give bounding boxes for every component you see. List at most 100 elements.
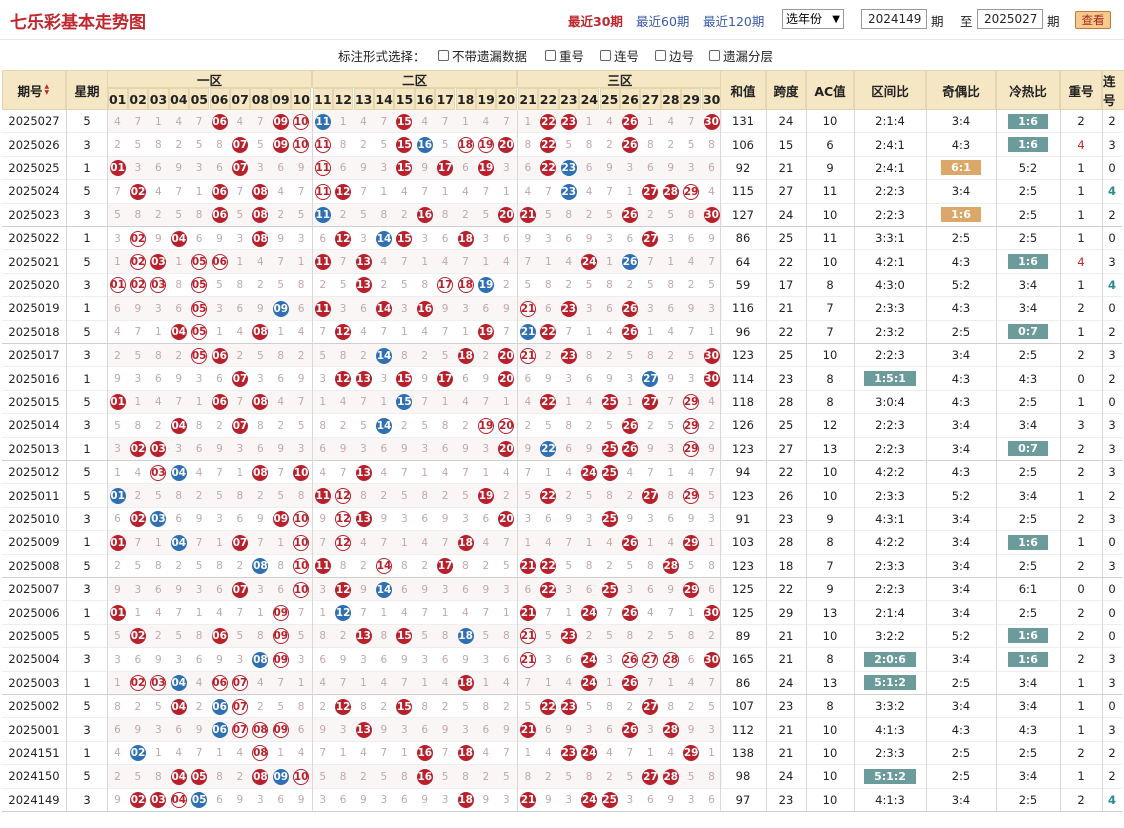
miss-count: 2: [606, 139, 613, 152]
number-ball: 04: [170, 417, 187, 434]
checkbox-icon[interactable]: [545, 50, 556, 61]
checkbox-icon[interactable]: [709, 50, 720, 61]
miss-count: 3: [646, 513, 654, 526]
miss-count: 8: [502, 630, 510, 643]
number-ball: 13: [355, 722, 372, 739]
miss-count: 1: [154, 536, 162, 549]
ac-cell: 7: [826, 301, 834, 316]
sum-cell: 138: [732, 745, 754, 760]
hot-cold-cell: 1:6: [996, 648, 1060, 670]
miss-count: 6: [667, 302, 675, 315]
hot-cold-cell: 3:4: [1018, 769, 1038, 784]
issue-cell: 2025023: [8, 207, 60, 222]
miss-count: 3: [421, 232, 429, 245]
number-ball: 03: [150, 277, 167, 294]
table-row: 2024150 5 2 5 8 04 05 8 2 08 09 10 5 8 2 5 8 16 5 8 2 5 8 2 5 8 2 5…: [2, 765, 1122, 789]
miss-count: 2: [708, 419, 715, 432]
table-row: 2025011 5 01 2 5 8 2 5 8 2 5 8 11 12 8 2 5 8 2 5 19 2 5 22 2 5 8 2 2…: [2, 484, 1122, 508]
miss-count: 3: [236, 443, 244, 456]
miss-count: 1: [708, 326, 715, 339]
option-no-miss[interactable]: 不带遗漏数据: [438, 46, 527, 65]
odd-even-cell: 3:4: [951, 582, 971, 597]
consecutive-cell: 2: [1108, 745, 1116, 760]
number-header: 19: [475, 88, 497, 110]
miss-count: 7: [277, 466, 285, 479]
issue-cell: 2025021: [8, 254, 60, 269]
miss-count: 5: [687, 139, 695, 152]
weekday-cell: 1: [83, 535, 91, 550]
miss-count: 5: [277, 700, 285, 713]
odd-even-cell: 2:5: [951, 745, 971, 760]
miss-count: 2: [175, 560, 183, 573]
miss-count: 9: [114, 583, 121, 596]
period-120-link[interactable]: 最近120期: [703, 11, 764, 30]
checkbox-icon[interactable]: [600, 50, 611, 61]
miss-count: 1: [524, 747, 532, 760]
checkbox-icon[interactable]: [655, 50, 666, 61]
number-ball: 03: [150, 675, 167, 692]
number-ball: 07: [232, 698, 248, 715]
issue-cell: 2025001: [8, 722, 60, 737]
miss-count: 3: [646, 724, 654, 737]
issue-cell: 2024151: [8, 745, 60, 760]
number-ball: 11: [314, 558, 331, 575]
miss-count: 8: [297, 700, 305, 713]
weekday-cell: 1: [83, 160, 91, 175]
sort-icon[interactable]: ▲▼: [45, 84, 51, 96]
miss-count: 4: [524, 185, 532, 198]
option-miss-layer[interactable]: 遗漏分层: [709, 46, 773, 65]
number-ball: 06: [211, 628, 228, 645]
odd-even-cell: 3:4: [951, 535, 971, 550]
miss-count: 3: [441, 583, 449, 596]
view-button[interactable]: 查看: [1075, 11, 1111, 29]
miss-count: 7: [195, 536, 203, 549]
miss-count: 3: [154, 724, 162, 737]
issue-cell: 2025017: [8, 348, 60, 363]
option-consecutive[interactable]: 连号: [600, 46, 639, 65]
miss-count: 6: [482, 302, 490, 315]
miss-count: 8: [195, 630, 203, 643]
year-select[interactable]: 选年份 ▼: [782, 9, 844, 29]
period-60-link[interactable]: 最近60期: [636, 11, 689, 30]
miss-count: 1: [339, 115, 347, 128]
miss-count: 3: [236, 232, 244, 245]
miss-count: 3: [297, 232, 305, 245]
miss-count: 1: [360, 677, 367, 690]
miss-count: 7: [195, 747, 203, 760]
number-ball: 15: [396, 628, 413, 645]
miss-count: 8: [319, 419, 327, 432]
odd-even-cell: 5:2: [951, 628, 971, 643]
option-edge[interactable]: 边号: [655, 46, 694, 65]
miss-count: 6: [236, 513, 244, 526]
checkbox-icon[interactable]: [438, 50, 449, 61]
miss-count: 8: [216, 560, 223, 573]
to-issue-input[interactable]: 2025027: [977, 9, 1043, 29]
miss-count: 1: [319, 396, 327, 409]
miss-count: 9: [606, 162, 613, 175]
number-ball: 02: [130, 441, 146, 458]
col-header-issue[interactable]: 期号 ▲▼: [2, 70, 66, 110]
number-ball: 21: [520, 792, 536, 809]
number-ball: 26: [622, 324, 638, 341]
span-cell: 27: [778, 184, 794, 199]
hot-cold-cell: 2:5: [1018, 511, 1038, 526]
hot-cold-cell: 2:5: [1018, 605, 1038, 620]
miss-count: 1: [236, 466, 244, 479]
hot-cold-cell: 1:6: [996, 133, 1060, 155]
number-header: 10: [291, 88, 312, 110]
period-30-link[interactable]: 最近30期: [568, 11, 623, 30]
number-ball: 30: [703, 113, 720, 130]
zone-ratio-cell: 3:3:2: [875, 699, 905, 714]
miss-count: 1: [380, 396, 388, 409]
miss-count: 2: [339, 630, 347, 643]
miss-count: 5: [154, 490, 162, 503]
miss-count: 5: [626, 349, 634, 362]
miss-count: 6: [482, 724, 490, 737]
miss-count: 5: [134, 349, 142, 362]
sum-cell: 125: [732, 582, 754, 597]
option-repeat[interactable]: 重号: [545, 46, 584, 65]
number-ball: 19: [478, 277, 494, 294]
miss-count: 7: [400, 677, 408, 690]
from-issue-input[interactable]: 2024149: [861, 9, 927, 29]
zone-ratio-cell: 4:2:1: [875, 254, 905, 269]
